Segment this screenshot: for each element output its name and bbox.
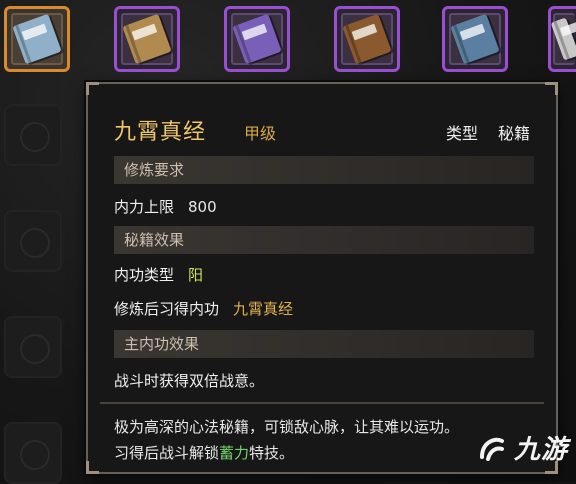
item-type-label: 类型: [446, 124, 479, 143]
inventory-slot-4[interactable]: [334, 6, 400, 72]
watermark: 九游: [474, 429, 568, 466]
item-type-value: 秘籍: [498, 124, 531, 143]
inventory-slot-2[interactable]: [114, 6, 180, 72]
internal-type-label: 内功类型: [114, 266, 175, 284]
inventory-slot-3[interactable]: [224, 6, 290, 72]
requirement-label: 内力上限: [114, 198, 175, 216]
section-main-effect: 主内功效果: [114, 330, 534, 358]
purple-book-icon: [232, 13, 282, 65]
inventory-slot-6[interactable]: [548, 6, 576, 72]
main-effect-text: 战斗时获得双倍战意。: [114, 372, 265, 390]
slot-frame: [121, 13, 173, 65]
inventory-slot-empty[interactable]: [4, 210, 62, 272]
section-requirements: 修炼要求: [114, 156, 534, 184]
section-effects: 秘籍效果: [114, 226, 534, 254]
corner-ornament: [86, 82, 99, 95]
empty-slot-icon: [20, 122, 50, 152]
inventory-slot-empty[interactable]: [4, 316, 62, 378]
item-description: 极为高深的心法秘籍，可锁敌心脉，让其难以运功。 习得后战斗解锁蓄力特技。: [114, 414, 534, 466]
corner-ornament: [86, 461, 99, 474]
empty-slot-icon: [20, 228, 50, 258]
description-highlight: 蓄力: [219, 444, 250, 462]
inventory-slot-1[interactable]: [4, 6, 70, 72]
divider: [100, 402, 544, 404]
empty-slot-icon: [20, 334, 50, 364]
item-grade: 甲级: [244, 124, 277, 143]
requirement-row: 内力上限 800: [114, 196, 217, 217]
slot-frame: [231, 13, 283, 65]
inventory-slot-empty[interactable]: [4, 104, 62, 166]
description-prefix: 习得后战斗解锁: [114, 444, 220, 462]
slot-frame: [449, 13, 501, 65]
learn-row: 修炼后习得内功 九霄真经: [114, 298, 293, 319]
description-line-1: 极为高深的心法秘籍，可锁敌心脉，让其难以运功。: [114, 418, 460, 436]
slot-frame: [550, 13, 576, 65]
internal-type-row: 内功类型阳: [114, 264, 203, 285]
watermark-logo-icon: [479, 437, 504, 461]
item-tooltip: 九霄真经 甲级 类型 秘籍 修炼要求 内力上限 800 秘籍效果 内功类型阳 修炼…: [86, 82, 558, 474]
white-book-icon: [550, 17, 576, 61]
internal-type-value: 阳: [188, 266, 204, 284]
brown-book-icon: [342, 13, 392, 65]
learn-label: 修炼后习得内功: [114, 300, 220, 318]
tan-book-icon: [122, 13, 172, 65]
description-line-2: 习得后战斗解锁蓄力特技。: [114, 440, 534, 466]
corner-ornament: [545, 82, 558, 95]
inventory-slot-empty[interactable]: [4, 422, 62, 484]
blue-book-icon: [450, 13, 500, 65]
slot-frame: [11, 13, 63, 65]
empty-slot-icon: [20, 440, 50, 470]
scroll-book-icon: [12, 13, 62, 65]
slot-frame: [341, 13, 393, 65]
requirement-value: 800: [188, 198, 217, 216]
item-title: 九霄真经: [114, 120, 207, 145]
description-suffix: 特技。: [249, 444, 295, 462]
inventory-slot-5[interactable]: [442, 6, 508, 72]
watermark-text: 九游: [513, 435, 568, 465]
learn-value: 九霄真经: [233, 300, 294, 318]
